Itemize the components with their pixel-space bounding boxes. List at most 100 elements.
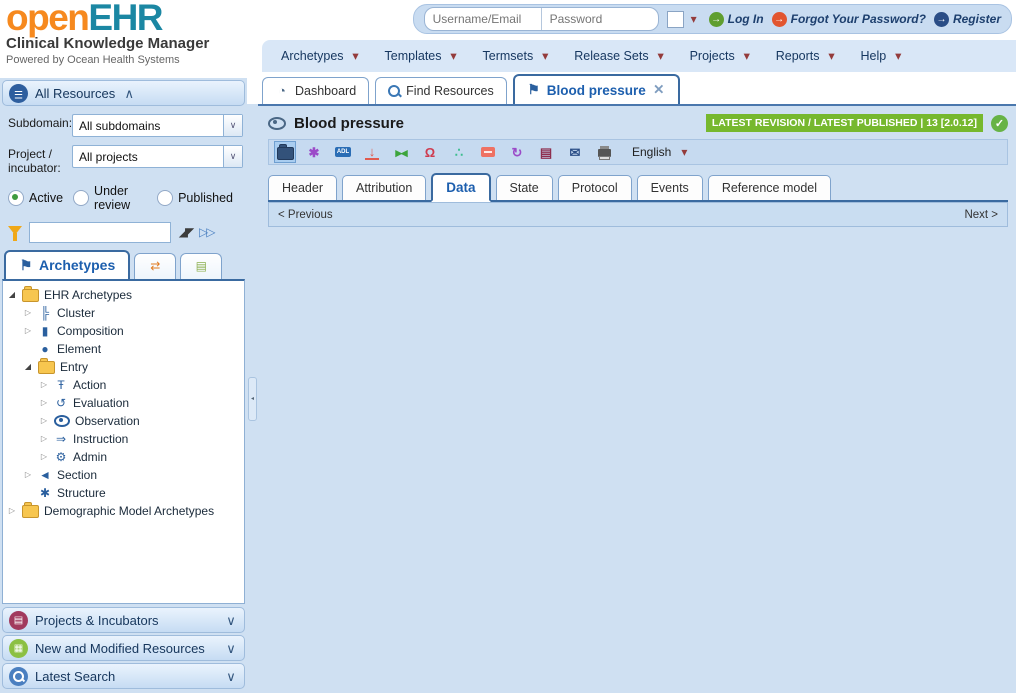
sidebar-tab-scroll[interactable]: ▤ <box>180 253 222 279</box>
search-icon <box>13 671 24 682</box>
toolbar-briefcase-icon[interactable]: ▤ <box>535 141 557 163</box>
project-value: All projects <box>73 150 223 164</box>
expander-icon[interactable]: ▷ <box>23 470 33 479</box>
radio-active[interactable] <box>8 190 24 206</box>
login-bar: ▾ → Log In → Forgot Your Password? → Reg… <box>413 4 1012 34</box>
resource-title: Blood pressure <box>294 115 404 132</box>
tree-item-composition[interactable]: ▷▮Composition <box>3 322 244 340</box>
radio-label: Published <box>178 191 233 205</box>
expander-icon[interactable]: ▷ <box>23 308 33 317</box>
tree-item-instruction[interactable]: ▷⇒Instruction <box>3 430 244 448</box>
toolbar-asterisk-icon[interactable]: ✱ <box>303 141 325 163</box>
logo-ehr-text: EHR <box>88 0 162 38</box>
tree-item-structure[interactable]: ✱Structure <box>3 484 244 502</box>
accordion-latest-search[interactable]: Latest Search∨ <box>2 663 245 689</box>
expander-icon[interactable]: ▷ <box>39 434 49 443</box>
chevron-up-icon[interactable]: ∧ <box>122 87 136 100</box>
resource-tab-reference-model[interactable]: Reference model <box>708 175 831 200</box>
tree-item-entry[interactable]: ◢Entry <box>3 358 244 376</box>
expander-icon[interactable]: ◢ <box>23 362 33 371</box>
resource-tab-data[interactable]: Data <box>431 173 490 202</box>
workspace-tab-dashboard[interactable]: ◔Dashboard <box>262 77 369 104</box>
radio-under-review[interactable] <box>73 190 89 206</box>
menu-item-projects[interactable]: Projects▾ <box>679 40 765 72</box>
sort-triangles-icon[interactable]: ◢◤ <box>178 226 192 238</box>
expander-icon[interactable]: ▷ <box>39 416 49 425</box>
accordion-new-and-modified-resources[interactable]: ▦New and Modified Resources∨ <box>2 635 245 661</box>
subdomain-select[interactable]: All subdomains ∨ <box>72 114 243 137</box>
caret-down-icon: ▾ <box>740 50 754 63</box>
register-link[interactable]: → Register <box>934 12 1001 27</box>
workspace-tab-blood-pressure[interactable]: ⚑Blood pressure✕ <box>513 74 680 104</box>
toolbar-ribbon-icon[interactable]: Ω <box>419 141 441 163</box>
expander-icon[interactable]: ◢ <box>7 290 17 299</box>
workspace-tab-bar: ◔DashboardFind Resources⚑Blood pressure✕ <box>262 76 680 104</box>
resource-title-row: Blood pressure LATEST REVISION / LATEST … <box>268 114 1008 132</box>
workspace-tab-find-resources[interactable]: Find Resources <box>375 77 507 104</box>
radio-published[interactable] <box>157 190 173 206</box>
tree-item-evaluation[interactable]: ▷↺Evaluation <box>3 394 244 412</box>
menu-item-help[interactable]: Help▾ <box>850 40 917 72</box>
tree-item-element[interactable]: ●Element <box>3 340 244 358</box>
resource-tab-state[interactable]: State <box>496 175 553 200</box>
sidebar-tab-swap[interactable]: ⇄ <box>134 253 176 279</box>
toolbar-download-icon[interactable]: ↓ <box>361 141 383 163</box>
resource-tab-events[interactable]: Events <box>637 175 703 200</box>
expander-icon[interactable]: ▷ <box>7 506 17 515</box>
language-select[interactable]: English▾ <box>632 145 691 159</box>
expander-icon[interactable]: ▷ <box>39 398 49 407</box>
tree-filter-input[interactable] <box>29 222 171 243</box>
caret-down-icon[interactable]: ▾ <box>687 13 701 25</box>
password-field[interactable] <box>541 8 658 30</box>
accordion-projects-incubators[interactable]: ▤Projects & Incubators∨ <box>2 607 245 633</box>
tree-item-demographic-model-archetypes[interactable]: ▷Demographic Model Archetypes <box>3 502 244 520</box>
project-select[interactable]: All projects ∨ <box>72 145 243 168</box>
tree-item-section[interactable]: ▷◄Section <box>3 466 244 484</box>
action-icon: Ŧ <box>54 379 68 391</box>
login-fields <box>424 7 659 31</box>
chevron-down-icon[interactable]: ∨ <box>224 670 238 683</box>
expander-icon[interactable]: ▷ <box>23 326 33 335</box>
toolbar-collapse-arrows-icon[interactable]: ▸◂ <box>390 141 412 163</box>
splitter-collapse-handle[interactable]: ◂ <box>248 377 257 421</box>
resource-tab-protocol[interactable]: Protocol <box>558 175 632 200</box>
forgot-password-link[interactable]: → Forgot Your Password? <box>772 12 926 27</box>
expander-icon[interactable]: ▷ <box>39 380 49 389</box>
remember-me-checkbox[interactable] <box>667 11 684 28</box>
all-resources-header[interactable]: ☰ All Resources ∧ <box>2 80 245 106</box>
menu-item-termsets[interactable]: Termsets▾ <box>472 40 564 72</box>
menu-item-release-sets[interactable]: Release Sets▾ <box>563 40 678 72</box>
toolbar-folder-icon[interactable] <box>274 141 296 163</box>
dropdown-arrow-icon[interactable]: ∨ <box>223 115 242 136</box>
log-in-button[interactable]: → Log In <box>709 12 764 27</box>
close-icon[interactable]: ✕ <box>652 83 666 97</box>
tree-item-observation[interactable]: ▷Observation <box>3 412 244 430</box>
toolbar-adl-document-icon[interactable]: ADL <box>332 141 354 163</box>
folder-open-icon <box>22 289 39 302</box>
tree-item-admin[interactable]: ▷⚙Admin <box>3 448 244 466</box>
fast-forward-icon[interactable]: ▷▷ <box>199 226 213 238</box>
chevron-down-icon[interactable]: ∨ <box>224 642 238 655</box>
toolbar-spiral-arrows-icon[interactable]: ↻ <box>506 141 528 163</box>
expander-icon[interactable]: ▷ <box>39 452 49 461</box>
tree-item-action[interactable]: ▷ŦAction <box>3 376 244 394</box>
tree-item-ehr-archetypes[interactable]: ◢EHR Archetypes <box>3 286 244 304</box>
toolbar-printer-icon[interactable] <box>593 141 615 163</box>
resource-tab-attribution[interactable]: Attribution <box>342 175 426 200</box>
panel-splitter[interactable]: ◂ <box>247 104 258 693</box>
resource-panel: Blood pressure LATEST REVISION / LATEST … <box>258 104 1016 693</box>
toolbar-archive-box-icon[interactable] <box>477 141 499 163</box>
menu-item-reports[interactable]: Reports▾ <box>765 40 850 72</box>
menu-item-templates[interactable]: Templates▾ <box>374 40 472 72</box>
chevron-down-icon[interactable]: ∨ <box>224 614 238 627</box>
resource-tab-header[interactable]: Header <box>268 175 337 200</box>
next-link[interactable]: Next > <box>964 209 998 221</box>
username-field[interactable] <box>425 8 541 30</box>
tree-item-cluster[interactable]: ▷╠Cluster <box>3 304 244 322</box>
previous-link[interactable]: < Previous <box>278 209 333 221</box>
dropdown-arrow-icon[interactable]: ∨ <box>223 146 242 167</box>
toolbar-share-icon[interactable]: ∴ <box>448 141 470 163</box>
sidebar-tab-archetypes[interactable]: ⚑ Archetypes <box>4 250 130 279</box>
toolbar-envelope-icon[interactable]: ✉ <box>564 141 586 163</box>
menu-item-archetypes[interactable]: Archetypes▾ <box>270 40 374 72</box>
